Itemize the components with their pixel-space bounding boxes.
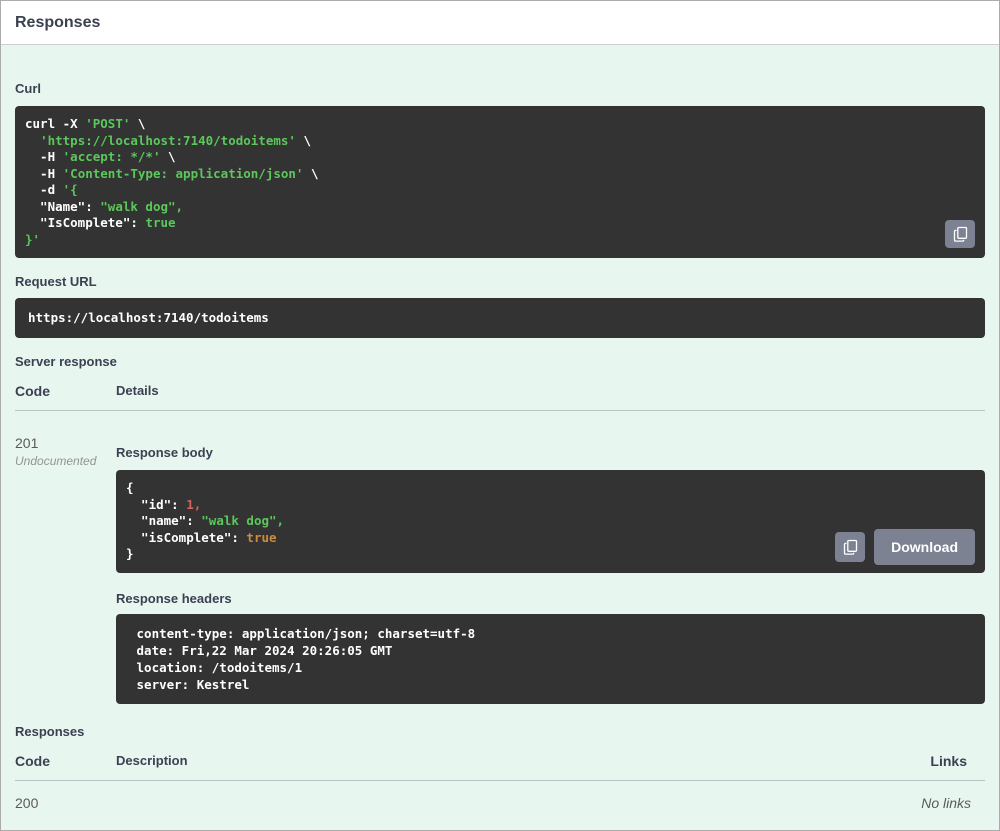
response-headers-code: content-type: application/json; charset=…	[129, 625, 483, 692]
server-response-row: 201 Undocumented Response body { "id": 1…	[15, 411, 985, 704]
undocumented-note: Undocumented	[15, 454, 97, 468]
download-button[interactable]: Download	[874, 528, 975, 565]
code-column-header: Code	[15, 383, 50, 399]
response-details-cell: Response body { "id": 1, "name": "walk d…	[116, 435, 985, 704]
server-response-table-head: Code Details	[15, 383, 985, 411]
curl-command: curl -X 'POST' \ 'https://localhost:7140…	[25, 116, 319, 247]
responses-code-header: Code	[15, 752, 50, 769]
responses-body: Curl curl -X 'POST' \ 'https://localhost…	[1, 45, 999, 830]
responses-table-head: Code Description Links	[15, 753, 985, 781]
responses-links-header: Links	[930, 752, 967, 769]
responses-list-label: Responses	[15, 723, 85, 739]
response-body-label: Response body	[116, 445, 213, 460]
response-links-200: No links	[921, 794, 971, 811]
responses-section-header: Responses	[1, 1, 999, 45]
server-response-table: Code Details 201 Undocumented Response b…	[15, 383, 985, 704]
status-code-cell: 201 Undocumented	[15, 435, 116, 704]
response-code-200: 200	[15, 794, 39, 811]
response-headers-label: Response headers	[116, 590, 232, 606]
copy-curl-button[interactable]	[945, 220, 975, 248]
details-column-header: Details	[116, 383, 159, 398]
swagger-responses-panel: Responses Curl curl -X 'POST' \ 'https:/…	[0, 0, 1000, 831]
response-body-block: { "id": 1, "name": "walk dog", "isComple…	[116, 470, 985, 573]
curl-code-block: curl -X 'POST' \ 'https://localhost:7140…	[15, 106, 985, 258]
copy-icon	[953, 226, 968, 242]
response-headers-block: content-type: application/json; charset=…	[116, 613, 985, 704]
request-url-label: Request URL	[15, 274, 97, 289]
curl-label: Curl	[15, 81, 41, 96]
responses-table: Code Description Links 200 No links	[15, 753, 985, 811]
request-url-bar: https://localhost:7140/todoitems	[15, 298, 985, 338]
server-response-label: Server response	[15, 354, 117, 369]
responses-description-header: Description	[116, 752, 188, 768]
copy-response-button[interactable]	[835, 531, 866, 562]
status-code: 201	[15, 435, 39, 451]
request-url-value: https://localhost:7140/todoitems	[28, 310, 269, 325]
responses-title: Responses	[15, 14, 101, 31]
response-description-200	[116, 795, 921, 811]
copy-icon	[843, 539, 858, 555]
responses-row-200: 200 No links	[15, 781, 985, 811]
response-body-actions: Download	[835, 528, 975, 565]
